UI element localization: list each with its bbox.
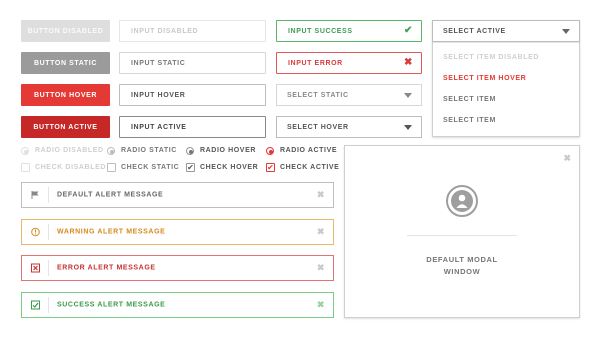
check-disabled-label: CHECK DISABLED (35, 164, 107, 171)
divider (48, 224, 49, 240)
check-icon: ✔ (404, 25, 413, 36)
modal-title-line2: WINDOW (443, 267, 481, 276)
select-hover[interactable]: SELECT HOVER (276, 116, 422, 138)
flag-icon (31, 191, 40, 200)
radio-disabled-label: RADIO DISABLED (35, 147, 104, 154)
input-disabled: INPUT DISABLED (119, 20, 266, 42)
divider (48, 187, 49, 203)
alert-error-message: ERROR ALERT MESSAGE (57, 264, 156, 272)
input-disabled-value: INPUT DISABLED (131, 27, 199, 35)
select-static[interactable]: SELECT STATIC (276, 84, 422, 106)
select-active[interactable]: SELECT ACTIVE (432, 20, 580, 42)
check-disabled (21, 163, 30, 172)
warning-icon (31, 227, 40, 237)
check-active[interactable]: ✔ (266, 163, 275, 172)
input-hover-value: INPUT HOVER (131, 91, 186, 99)
divider (433, 42, 579, 43)
select-static-value: SELECT STATIC (287, 91, 349, 99)
alert-default: DEFAULT ALERT MESSAGE ✖ (21, 182, 334, 208)
radio-active[interactable] (266, 147, 274, 155)
dropdown-item[interactable]: SELECT ITEM (443, 96, 496, 103)
dropdown-item-disabled: SELECT ITEM DISABLED (443, 54, 540, 61)
alert-default-message: DEFAULT ALERT MESSAGE (57, 191, 164, 199)
radio-hover-label: RADIO HOVER (200, 147, 256, 154)
input-error[interactable]: INPUT ERROR ✖ (276, 52, 422, 74)
input-active-value: INPUT ACTIVE (131, 123, 187, 131)
alert-success-message: SUCCESS ALERT MESSAGE (57, 301, 166, 309)
radio-hover[interactable] (186, 147, 194, 155)
radio-dot (24, 150, 28, 154)
input-error-value: INPUT ERROR (288, 59, 343, 67)
divider (48, 260, 49, 276)
modal-window: ✖ DEFAULT MODAL WINDOW (344, 145, 580, 318)
button-hover[interactable]: BUTTON HOVER (21, 84, 110, 106)
alert-warning: WARNING ALERT MESSAGE ✖ (21, 219, 334, 245)
modal-title-line1: DEFAULT MODAL (426, 255, 498, 264)
input-static-value: INPUT STATIC (131, 59, 186, 67)
radio-static[interactable] (107, 147, 115, 155)
select-hover-value: SELECT HOVER (287, 123, 349, 131)
divider (407, 235, 517, 236)
radio-dot (189, 150, 193, 154)
close-icon[interactable]: ✖ (317, 227, 325, 238)
button-static[interactable]: BUTTON STATIC (21, 52, 110, 74)
check-static-label: CHECK STATIC (121, 164, 180, 171)
error-x-icon: ✖ (404, 57, 413, 68)
alert-warning-message: WARNING ALERT MESSAGE (57, 228, 166, 236)
input-active[interactable]: INPUT ACTIVE (119, 116, 266, 138)
check-static[interactable] (107, 163, 116, 172)
select-active-dropdown: SELECT ACTIVE SELECT ITEM DISABLED SELEC… (432, 20, 580, 137)
error-icon (31, 263, 40, 273)
user-avatar-icon (446, 185, 478, 217)
close-icon[interactable]: ✖ (563, 153, 571, 164)
dropdown-item[interactable]: SELECT ITEM (443, 117, 496, 124)
radio-static-label: RADIO STATIC (121, 147, 177, 154)
check-active-label: CHECK ACTIVE (280, 164, 340, 171)
checkmark-icon: ✔ (267, 163, 274, 172)
close-icon[interactable]: ✖ (317, 300, 325, 311)
radio-dot (110, 150, 114, 154)
divider (48, 297, 49, 313)
input-success[interactable]: INPUT SUCCESS ✔ (276, 20, 422, 42)
check-hover-label: CHECK HOVER (200, 164, 259, 171)
chevron-down-icon (404, 93, 412, 98)
button-disabled: BUTTON DISABLED (21, 20, 110, 42)
chevron-down-icon (562, 29, 570, 34)
success-icon (31, 300, 40, 310)
dropdown-item-hover[interactable]: SELECT ITEM HOVER (443, 75, 526, 82)
checkmark-icon: ✔ (187, 163, 194, 172)
select-active-value: SELECT ACTIVE (443, 27, 506, 35)
radio-disabled (21, 147, 29, 155)
close-icon[interactable]: ✖ (317, 263, 325, 274)
check-hover[interactable]: ✔ (186, 163, 195, 172)
radio-dot (269, 150, 273, 154)
input-hover[interactable]: INPUT HOVER (119, 84, 266, 106)
radio-active-label: RADIO ACTIVE (280, 147, 338, 154)
chevron-down-icon (404, 125, 412, 130)
close-icon[interactable]: ✖ (317, 190, 325, 201)
alert-success: SUCCESS ALERT MESSAGE ✖ (21, 292, 334, 318)
input-success-value: INPUT SUCCESS (288, 27, 353, 35)
modal-title: DEFAULT MODAL WINDOW (345, 254, 579, 278)
input-static[interactable]: INPUT STATIC (119, 52, 266, 74)
button-active[interactable]: BUTTON ACTIVE (21, 116, 110, 138)
alert-error: ERROR ALERT MESSAGE ✖ (21, 255, 334, 281)
